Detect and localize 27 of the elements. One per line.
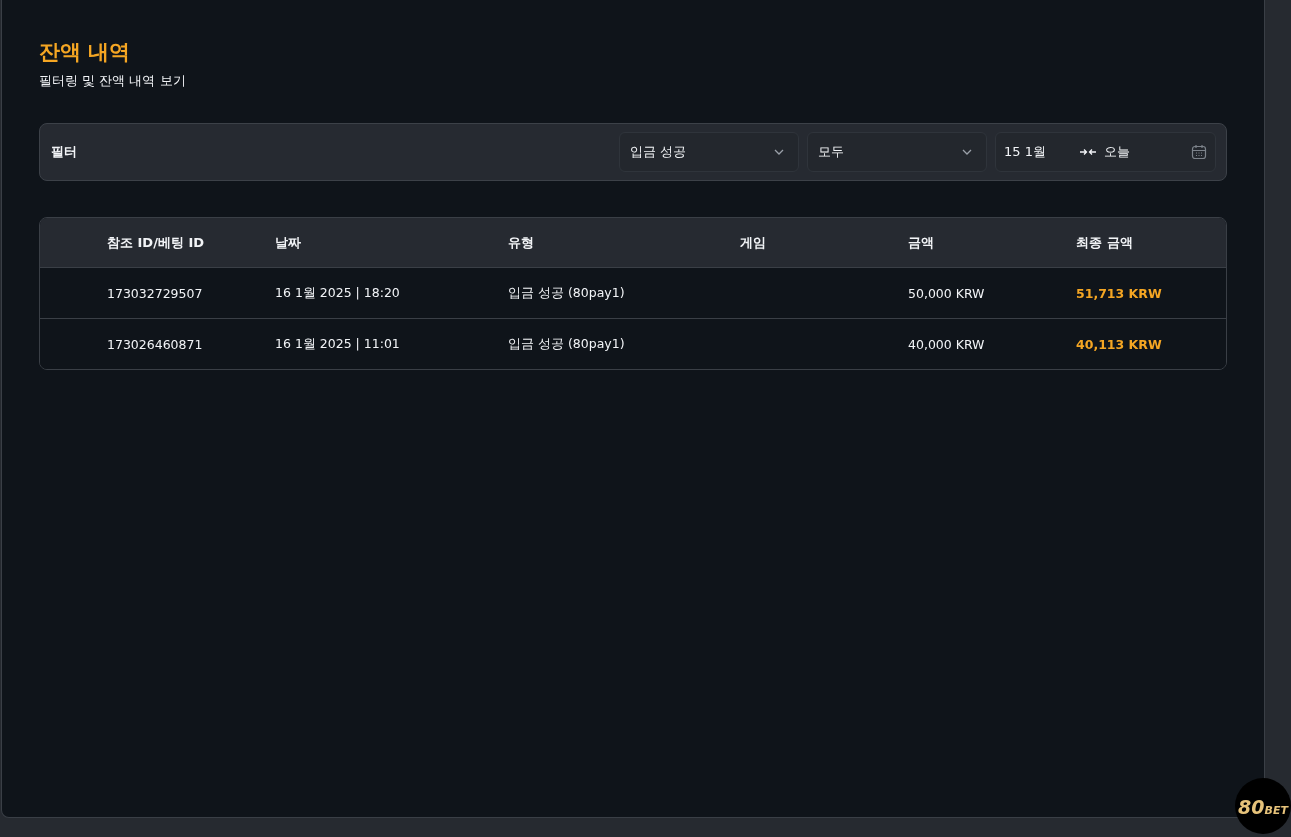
date-range-field[interactable]: 15 1월 오늘 [995,132,1216,172]
table-cell-text: 50,000 KRW [908,285,986,301]
table-cell-text: 173026460871 [107,336,204,352]
column-header: 최종 금액 [1076,233,1134,252]
table-cell-text: 입금 성공 (80pay1) [508,284,626,302]
column-header: 참조 ID/베팅 ID [107,233,206,252]
type-select[interactable]: 모두 [807,132,987,172]
chevron-down-icon [962,149,972,155]
status-select[interactable]: 입금 성공 [619,132,799,172]
table-cell-text: 40,000 KRW [908,336,986,352]
table-cell-text: 173032729507 [107,285,204,301]
table-cell-text: 입금 성공 (80pay1) [508,335,626,353]
table-cell-text: 40,113 KRW [1076,336,1163,352]
calendar-icon [1191,144,1207,160]
arrows-inward-icon [1080,148,1096,156]
filter-label: 필터 [51,143,78,161]
page-title: 잔액 내역 [39,39,132,66]
chevron-down-icon [774,149,784,155]
table-cell-text: 16 1월 2025 | 18:20 [275,284,401,302]
page-subtitle: 필터링 및 잔액 내역 보기 [39,72,187,90]
column-header: 게임 [740,233,767,252]
table-cell-text: 51,713 KRW [1076,285,1163,301]
column-header: 금액 [908,233,935,252]
column-header: 유형 [508,233,535,252]
brand-logo[interactable]: 80BET [1235,778,1291,834]
table-cell-text: 16 1월 2025 | 11:01 [275,335,401,353]
column-header: 날짜 [275,233,302,252]
